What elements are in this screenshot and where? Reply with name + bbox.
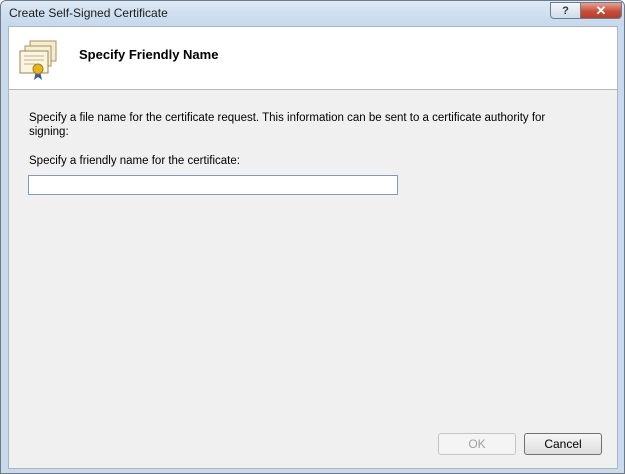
description-text: Specify a file name for the certificate … — [29, 112, 546, 138]
wizard-header: Specify Friendly Name — [9, 27, 617, 90]
window-title: Create Self-Signed Certificate — [9, 6, 168, 20]
ok-button[interactable]: OK — [438, 433, 516, 455]
dialog-window: Create Self-Signed Certificate ? ✕ Speci… — [0, 0, 625, 474]
page-title: Specify Friendly Name — [79, 47, 219, 62]
close-button[interactable]: ✕ — [580, 2, 622, 19]
close-icon: ✕ — [595, 2, 607, 18]
friendly-name-input[interactable] — [28, 175, 398, 195]
cancel-button[interactable]: Cancel — [524, 433, 602, 455]
certificate-icon — [19, 40, 57, 80]
friendly-name-label: Specify a friendly name for the certific… — [29, 155, 240, 167]
help-button[interactable]: ? — [550, 2, 581, 19]
title-bar[interactable]: Create Self-Signed Certificate ? ✕ — [1, 1, 624, 25]
help-icon: ? — [562, 4, 569, 17]
dialog-client-area: Specify Friendly Name Specify a file nam… — [8, 26, 618, 469]
